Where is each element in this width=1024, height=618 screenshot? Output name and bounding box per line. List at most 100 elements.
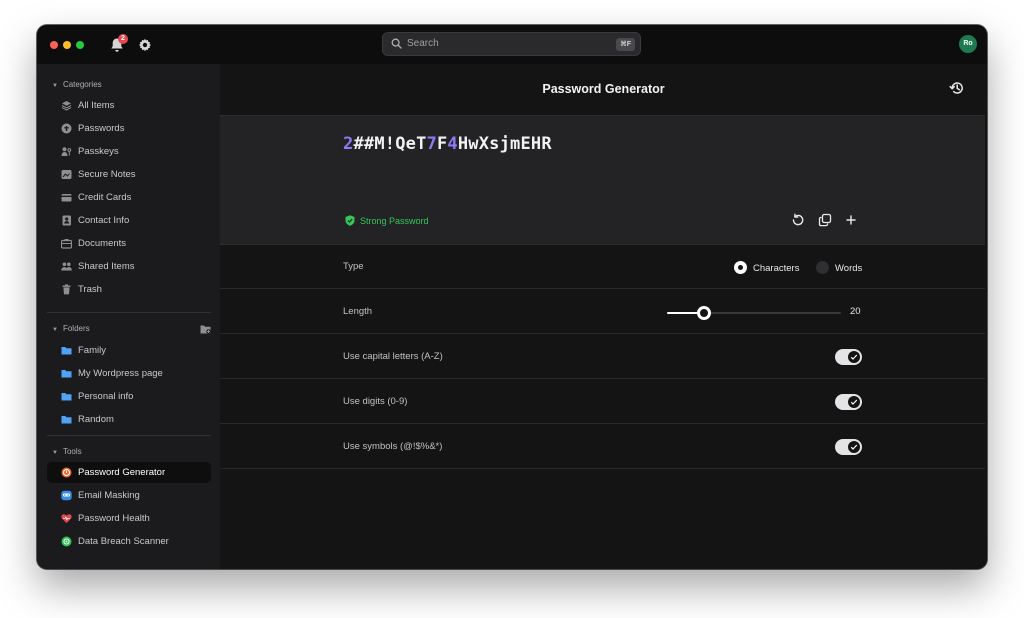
sidebar-item-secure-notes[interactable]: Secure Notes xyxy=(47,164,211,185)
sidebar-item-label: Contact Info xyxy=(78,215,130,226)
credit-card-icon xyxy=(61,194,72,202)
sidebar-item-label: Secure Notes xyxy=(78,169,136,180)
minimize-window-button[interactable] xyxy=(63,41,71,49)
sidebar-item-label: Documents xyxy=(78,238,127,249)
sidebar-item-label: Passwords xyxy=(78,123,125,134)
sidebar-item-label: Trash xyxy=(78,284,102,295)
search-bar[interactable]: Search ⌘F xyxy=(382,32,641,56)
close-window-button[interactable] xyxy=(50,41,58,49)
heart-icon xyxy=(61,514,72,523)
note-icon xyxy=(61,170,72,179)
tools-section-header[interactable]: ▼ Tools xyxy=(52,447,82,456)
passkey-icon xyxy=(61,147,72,156)
sidebar-item-my-wordpress-page[interactable]: My Wordpress page xyxy=(47,363,211,384)
search-icon xyxy=(391,38,402,49)
sidebar-item-passwords[interactable]: Passwords xyxy=(47,118,211,139)
strength-label: Strong Password xyxy=(360,216,429,226)
sidebar-divider xyxy=(47,435,211,436)
sidebar-item-passkeys[interactable]: Passkeys xyxy=(47,141,211,162)
capital-letters-toggle[interactable] xyxy=(835,349,862,365)
page-title: Password Generator xyxy=(542,82,665,96)
search-placeholder: Search xyxy=(407,38,439,49)
sidebar-item-all-items[interactable]: All Items xyxy=(47,95,211,116)
checkmark-icon xyxy=(850,444,858,450)
capital-letters-label: Use capital letters (A-Z) xyxy=(343,351,443,362)
sidebar-divider xyxy=(47,312,211,313)
length-slider-thumb[interactable] xyxy=(696,306,711,320)
sidebar-item-trash[interactable]: Trash xyxy=(47,279,211,300)
sidebar-item-family[interactable]: Family xyxy=(47,340,211,361)
symbols-toggle[interactable] xyxy=(835,439,862,455)
sidebar-item-personal-info[interactable]: Personal info xyxy=(47,386,211,407)
digits-toggle[interactable] xyxy=(835,394,862,410)
length-value: 20 xyxy=(850,306,861,317)
sidebar-item-password-generator[interactable]: Password Generator xyxy=(47,462,211,483)
plus-icon[interactable] xyxy=(844,213,858,227)
symbols-label: Use symbols (@!$%&*) xyxy=(343,441,443,452)
checkmark-icon xyxy=(850,354,858,360)
chevron-down-icon: ▼ xyxy=(52,450,58,456)
sidebar-item-shared-items[interactable]: Shared Items xyxy=(47,256,211,277)
length-row: Length 20 xyxy=(220,290,985,334)
sidebar-item-credit-cards[interactable]: Credit Cards xyxy=(47,187,211,208)
generated-password[interactable]: 2##M!QeT7F4HwXsjmEHR xyxy=(343,134,552,154)
layers-icon xyxy=(61,101,72,111)
sidebar-item-password-health[interactable]: Password Health xyxy=(47,508,211,529)
shield-check-icon xyxy=(345,215,355,226)
people-icon xyxy=(61,262,72,271)
chevron-down-icon: ▼ xyxy=(52,83,58,89)
sidebar-item-label: Passkeys xyxy=(78,146,119,157)
avatar[interactable]: Ro xyxy=(959,35,977,53)
main-panel: Password Generator 2##M!QeT7F4HwXsjmEHR … xyxy=(220,64,987,569)
strength-indicator: Strong Password xyxy=(345,215,429,226)
capital-letters-row: Use capital letters (A-Z) xyxy=(220,335,985,379)
folder-icon xyxy=(61,370,72,378)
gear-icon[interactable] xyxy=(138,38,152,52)
sidebar-item-label: Random xyxy=(78,414,114,425)
title-bar: 2 Search ⌘F Ro xyxy=(37,25,987,64)
length-label: Length xyxy=(343,306,373,317)
sidebar-item-label: Password Generator xyxy=(78,467,166,478)
sidebar-item-label: Shared Items xyxy=(78,261,135,272)
type-row: Type Characters Words xyxy=(220,245,985,289)
generated-password-panel: 2##M!QeT7F4HwXsjmEHR Strong Password xyxy=(220,115,985,245)
key-icon xyxy=(61,123,72,134)
sidebar-item-contact-info[interactable]: Contact Info xyxy=(47,210,211,231)
sidebar: ▼ Categories All Items Passwords Passkeys… xyxy=(37,64,220,569)
sidebar-item-random[interactable]: Random xyxy=(47,409,211,430)
length-slider[interactable] xyxy=(667,306,841,320)
chevron-down-icon: ▼ xyxy=(52,327,58,333)
digits-label: Use digits (0-9) xyxy=(343,396,408,407)
symbols-row: Use symbols (@!$%&*) xyxy=(220,425,985,469)
mask-icon xyxy=(61,490,72,501)
radar-icon xyxy=(61,536,72,547)
folders-section-header[interactable]: ▼ Folders xyxy=(52,324,90,333)
sidebar-item-label: All Items xyxy=(78,100,115,111)
sidebar-item-email-masking[interactable]: Email Masking xyxy=(47,485,211,506)
copy-icon[interactable] xyxy=(818,213,832,227)
zoom-window-button[interactable] xyxy=(76,41,84,49)
radio-characters[interactable]: Characters xyxy=(734,261,799,274)
sidebar-item-label: Email Masking xyxy=(78,490,140,501)
sidebar-item-data-breach-scanner[interactable]: Data Breach Scanner xyxy=(47,531,211,552)
checkmark-icon xyxy=(850,399,858,405)
folder-icon xyxy=(61,393,72,401)
radio-selected-indicator xyxy=(734,261,747,274)
categories-section-header[interactable]: ▼ Categories xyxy=(52,80,102,89)
notification-badge: 2 xyxy=(118,34,128,44)
sidebar-item-label: Password Health xyxy=(78,513,150,524)
history-icon[interactable] xyxy=(949,80,965,96)
radio-words[interactable]: Words xyxy=(816,261,862,274)
type-label: Type xyxy=(343,261,364,272)
sidebar-item-label: Personal info xyxy=(78,391,134,402)
trash-icon xyxy=(62,284,71,295)
document-icon xyxy=(61,239,72,249)
regenerate-icon[interactable] xyxy=(791,213,805,227)
app-window: 2 Search ⌘F Ro ▼ Categories All Items Pas… xyxy=(37,25,987,569)
sidebar-item-label: Data Breach Scanner xyxy=(78,536,169,547)
sidebar-item-label: My Wordpress page xyxy=(78,368,163,379)
sidebar-item-documents[interactable]: Documents xyxy=(47,233,211,254)
radio-unselected-indicator xyxy=(816,261,829,274)
add-folder-icon[interactable] xyxy=(200,324,211,334)
folder-icon xyxy=(61,416,72,424)
